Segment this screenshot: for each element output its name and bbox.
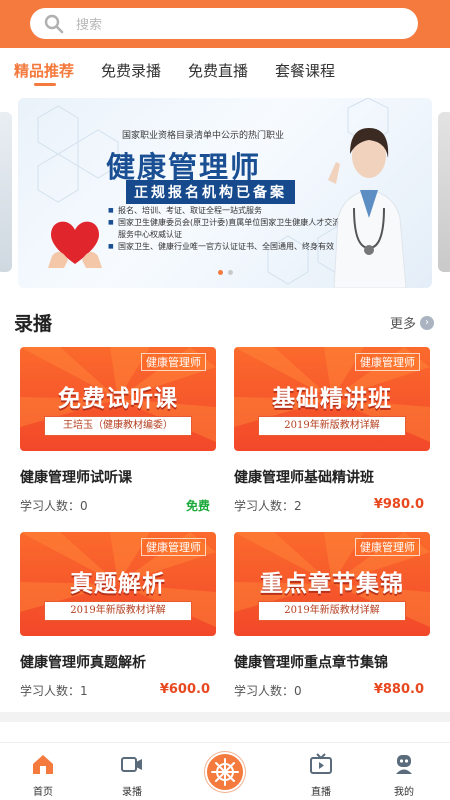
course-card[interactable]: 健康管理师 免费试听课 王培玉（健康教材编委） 健康管理师试听课 学习人数：0 … bbox=[20, 347, 216, 515]
course-ribbon: 2019年新版教材详解 bbox=[258, 601, 406, 621]
carousel-dots bbox=[18, 270, 432, 275]
category-tabs: 精品推荐 免费录播 免费直播 套餐课程 bbox=[0, 48, 450, 92]
tabbar-profile[interactable]: 我的 bbox=[374, 753, 434, 798]
carousel-dot-1[interactable] bbox=[217, 270, 223, 275]
banner-feature-1: 报名、培训、考证、取证全程一站式服务 bbox=[108, 205, 348, 217]
banner-subtitle: 正规报名机构已备案 bbox=[126, 180, 295, 204]
tv-icon bbox=[310, 753, 332, 774]
course-price: ¥600.0 bbox=[159, 682, 210, 697]
course-banner-text: 真题解析 bbox=[70, 571, 166, 597]
more-link[interactable]: 更多 › bbox=[390, 313, 434, 332]
course-thumbnail[interactable]: 健康管理师 免费试听课 王培玉（健康教材编委） bbox=[20, 347, 216, 451]
course-card[interactable]: 健康管理师 真题解析 2019年新版教材详解 健康管理师真题解析 学习人数：1 … bbox=[20, 532, 216, 700]
search-icon bbox=[44, 14, 64, 34]
course-ribbon: 2019年新版教材详解 bbox=[44, 601, 192, 621]
course-thumbnail[interactable]: 健康管理师 重点章节集锦 2019年新版教材详解 bbox=[234, 532, 430, 636]
tab-free-live[interactable]: 免费直播 bbox=[188, 60, 248, 81]
center-action-button[interactable] bbox=[205, 752, 245, 792]
course-title[interactable]: 健康管理师试听课 bbox=[20, 467, 216, 487]
tabbar-live[interactable]: 直播 bbox=[291, 753, 351, 798]
heart-hands-illustration bbox=[48, 221, 102, 268]
banner-next-peek bbox=[438, 112, 450, 272]
course-ribbon: 2019年新版教材详解 bbox=[258, 416, 406, 436]
tab-featured[interactable]: 精品推荐 bbox=[14, 60, 74, 81]
course-banner-text: 免费试听课 bbox=[58, 386, 178, 412]
video-icon bbox=[121, 757, 142, 772]
more-label: 更多 bbox=[389, 317, 416, 332]
course-card[interactable]: 健康管理师 重点章节集锦 2019年新版教材详解 健康管理师重点章节集锦 学习人… bbox=[234, 532, 430, 700]
course-title[interactable]: 健康管理师重点章节集锦 bbox=[234, 652, 430, 672]
tab-packages[interactable]: 套餐课程 bbox=[275, 60, 335, 81]
banner-feature-list: 报名、培训、考证、取证全程一站式服务 国家卫生健康委员会(原卫计委)直属单位国家… bbox=[108, 205, 348, 253]
course-price: 免费 bbox=[185, 499, 210, 513]
course-price: ¥980.0 bbox=[373, 497, 424, 512]
course-meta: 学习人数：1 ¥600.0 bbox=[20, 682, 216, 700]
search-placeholder: 搜索 bbox=[76, 18, 103, 33]
active-tab-indicator bbox=[34, 83, 56, 86]
course-meta: 学习人数：0 免费 bbox=[20, 497, 216, 515]
chevron-right-icon: › bbox=[420, 315, 434, 330]
home-icon bbox=[33, 755, 53, 774]
course-tag: 健康管理师 bbox=[355, 538, 420, 556]
search-bar[interactable]: 搜索 bbox=[30, 8, 418, 39]
section-title: 录播 bbox=[14, 313, 53, 335]
course-ribbon: 王培玉（健康教材编委） bbox=[44, 416, 192, 436]
tabbar-profile-label: 我的 bbox=[394, 787, 414, 798]
course-meta: 学习人数：0 ¥880.0 bbox=[234, 682, 430, 700]
tabbar-live-label: 直播 bbox=[311, 787, 331, 798]
course-thumbnail[interactable]: 健康管理师 基础精讲班 2019年新版教材详解 bbox=[234, 347, 430, 451]
tabbar-home[interactable]: 首页 bbox=[13, 753, 73, 798]
course-title[interactable]: 健康管理师真题解析 bbox=[20, 652, 216, 672]
profile-icon bbox=[396, 755, 412, 774]
course-tag: 健康管理师 bbox=[355, 353, 420, 371]
tab-free-recorded[interactable]: 免费录播 bbox=[101, 60, 161, 81]
tabbar-recorded-label: 录播 bbox=[122, 787, 142, 798]
course-price: ¥880.0 bbox=[373, 682, 424, 697]
banner-top-line: 国家职业资格目录清单中公示的热门职业 bbox=[122, 131, 285, 141]
student-count: 学习人数：1 bbox=[20, 684, 88, 698]
course-card[interactable]: 健康管理师 基础精讲班 2019年新版教材详解 健康管理师基础精讲班 学习人数：… bbox=[234, 347, 430, 515]
student-count: 学习人数：2 bbox=[234, 499, 302, 513]
recorded-section-header: 录播 更多 › bbox=[0, 305, 450, 337]
tabbar-recorded[interactable]: 录播 bbox=[102, 753, 162, 798]
carousel-dot-2[interactable] bbox=[227, 270, 233, 275]
course-thumbnail[interactable]: 健康管理师 真题解析 2019年新版教材详解 bbox=[20, 532, 216, 636]
banner-prev-peek bbox=[0, 112, 12, 272]
student-count: 学习人数：0 bbox=[20, 499, 88, 513]
course-tag: 健康管理师 bbox=[141, 538, 206, 556]
banner-feature-2: 国家卫生健康委员会(原卫计委)直属单位国家卫生健康人才交流服务中心权威认证 bbox=[108, 217, 348, 241]
banner-carousel[interactable]: 国家职业资格目录清单中公示的热门职业 健康管理师 正规报名机构已备案 报名、培训… bbox=[0, 98, 450, 288]
course-banner-text: 基础精讲班 bbox=[272, 386, 392, 412]
doctor-illustration bbox=[328, 128, 407, 288]
course-meta: 学习人数：2 ¥980.0 bbox=[234, 497, 430, 515]
course-tag: 健康管理师 bbox=[141, 353, 206, 371]
tabbar-home-label: 首页 bbox=[33, 787, 53, 798]
student-count: 学习人数：0 bbox=[234, 684, 302, 698]
course-title[interactable]: 健康管理师基础精讲班 bbox=[234, 467, 430, 487]
wheel-icon bbox=[211, 758, 239, 786]
top-bar: 搜索 bbox=[0, 0, 450, 48]
section-divider bbox=[0, 712, 450, 722]
course-banner-text: 重点章节集锦 bbox=[260, 571, 404, 597]
banner-slide[interactable]: 国家职业资格目录清单中公示的热门职业 健康管理师 正规报名机构已备案 报名、培训… bbox=[18, 98, 432, 288]
banner-feature-3: 国家卫生、健康行业唯一官方认证证书、全国通用、终身有效 bbox=[108, 241, 348, 253]
